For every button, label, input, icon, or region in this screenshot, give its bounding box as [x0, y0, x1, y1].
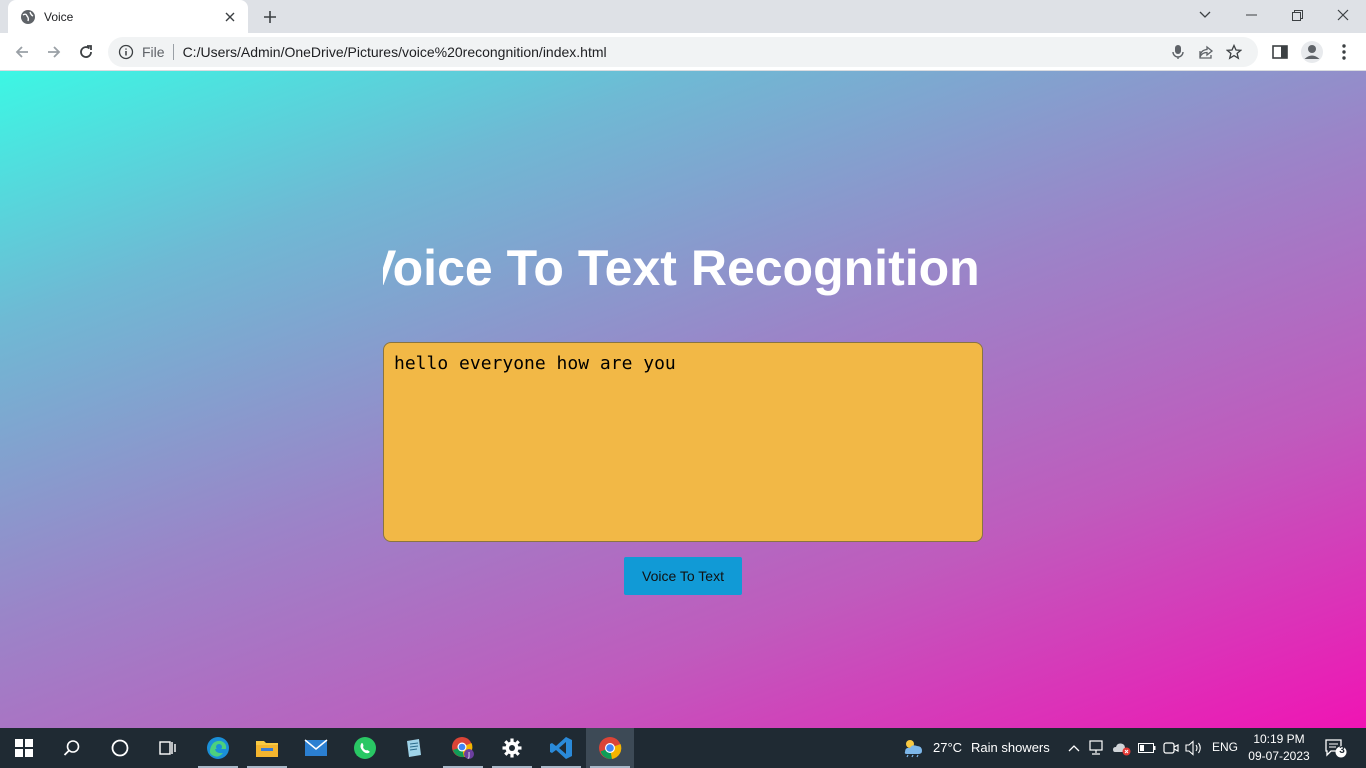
address-bar[interactable]: File C:/Users/Admin/OneDrive/Pictures/vo…	[108, 37, 1258, 67]
settings-gear-icon[interactable]	[488, 728, 536, 768]
minimize-button[interactable]	[1228, 0, 1274, 30]
tab-strip: Voice	[0, 0, 1366, 33]
windows-start-icon[interactable]	[0, 728, 48, 768]
share-icon[interactable]	[1192, 38, 1220, 66]
chevron-up-icon[interactable]	[1064, 738, 1084, 758]
page-viewport: Voice To Text Recognition Voice To Text	[0, 71, 1366, 728]
voice-to-text-button[interactable]: Voice To Text	[624, 557, 742, 595]
clock-time: 10:19 PM	[1253, 732, 1305, 746]
scheme-label: File	[142, 44, 174, 60]
meet-now-icon[interactable]	[1161, 738, 1181, 758]
whatsapp-icon[interactable]	[341, 728, 389, 768]
search-icon[interactable]	[48, 728, 96, 768]
restore-button[interactable]	[1274, 0, 1320, 30]
volume-icon[interactable]	[1184, 738, 1204, 758]
vscode-icon[interactable]	[537, 728, 585, 768]
forward-button[interactable]	[40, 38, 68, 66]
chrome-icon[interactable]	[586, 728, 634, 768]
cloud-sync-error-icon[interactable]	[1112, 738, 1132, 758]
mail-icon[interactable]	[292, 728, 340, 768]
chrome-profile-icon[interactable]: J	[439, 728, 487, 768]
close-tab-icon[interactable]	[222, 9, 238, 25]
browser-toolbar: File C:/Users/Admin/OneDrive/Pictures/vo…	[0, 33, 1366, 71]
tab-title: Voice	[44, 9, 74, 24]
weather-temp[interactable]: 27°C	[933, 740, 962, 755]
reload-button[interactable]	[72, 38, 100, 66]
task-view-icon[interactable]	[144, 728, 192, 768]
network-icon[interactable]	[1088, 738, 1108, 758]
close-window-button[interactable]	[1320, 0, 1366, 30]
new-tab-button[interactable]	[258, 5, 282, 29]
battery-icon[interactable]	[1137, 738, 1157, 758]
menu-dots-icon[interactable]	[1330, 38, 1358, 66]
clock-date: 09-07-2023	[1248, 749, 1310, 763]
url-text[interactable]: C:/Users/Admin/OneDrive/Pictures/voice%2…	[183, 44, 1164, 60]
cortana-icon[interactable]	[96, 728, 144, 768]
system-clock[interactable]: 10:19 PM 09-07-2023	[1240, 731, 1318, 765]
page-title: Voice To Text Recognition	[383, 240, 980, 296]
speech-textarea[interactable]	[383, 342, 983, 542]
file-explorer-icon[interactable]	[243, 728, 291, 768]
windows-taskbar: J 27°C Rain showers ENG 10:19 PM 09-07-2…	[0, 728, 1366, 768]
side-panel-icon[interactable]	[1266, 38, 1294, 66]
notepad-icon[interactable]	[390, 728, 438, 768]
language-indicator[interactable]: ENG	[1212, 740, 1238, 754]
notifications-icon[interactable]: 3	[1323, 738, 1349, 758]
page-title-container: Voice To Text Recognition	[383, 239, 983, 299]
info-icon[interactable]	[118, 44, 134, 60]
weather-condition[interactable]: Rain showers	[971, 740, 1050, 755]
back-button[interactable]	[8, 38, 36, 66]
browser-tab[interactable]: Voice	[8, 0, 248, 33]
bookmark-star-icon[interactable]	[1220, 38, 1248, 66]
profile-avatar[interactable]	[1298, 38, 1326, 66]
notification-count: 3	[1339, 745, 1345, 756]
globe-icon	[20, 9, 36, 25]
svg-text:J: J	[467, 751, 470, 759]
weather-icon[interactable]	[900, 738, 926, 758]
tab-search-icon[interactable]	[1182, 0, 1228, 30]
edge-icon[interactable]	[194, 728, 242, 768]
microphone-icon[interactable]	[1164, 38, 1192, 66]
